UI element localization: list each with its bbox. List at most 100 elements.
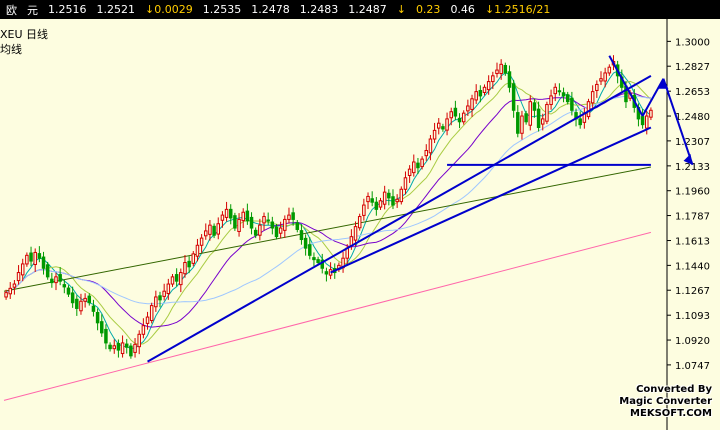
candle-body xyxy=(395,198,399,203)
candle-body xyxy=(303,237,308,249)
candle-body xyxy=(482,86,487,93)
ma-long-line xyxy=(3,231,652,401)
quote-value-10: 0.46 xyxy=(450,3,475,16)
ma-line xyxy=(5,80,652,346)
tick-label: 1.0747 xyxy=(675,361,710,372)
candle-body xyxy=(511,83,516,111)
candle-body xyxy=(224,208,229,218)
candle-body xyxy=(208,224,212,235)
candle-body xyxy=(62,284,67,288)
candle-body xyxy=(640,116,645,126)
candle-body xyxy=(478,89,483,97)
candle-body xyxy=(166,283,171,295)
candle-body xyxy=(199,237,204,246)
candle-body xyxy=(308,244,312,256)
candle-body xyxy=(253,229,258,236)
candle-body xyxy=(174,274,179,282)
candle-body xyxy=(607,66,612,74)
candle-body xyxy=(54,276,58,284)
candle-body xyxy=(503,64,508,74)
candle-body xyxy=(137,333,141,348)
tick-label: 1.1440 xyxy=(675,261,710,272)
candle-body xyxy=(195,244,200,257)
candle-body xyxy=(4,292,8,298)
candle-body xyxy=(116,342,121,351)
candle-body xyxy=(541,118,545,125)
moving-averages xyxy=(3,70,652,401)
candle-body xyxy=(75,298,79,309)
candle-body xyxy=(220,214,225,221)
candle-body xyxy=(362,204,366,216)
candle-body xyxy=(357,216,362,229)
candle-body xyxy=(237,218,241,232)
watermark: Converted By Magic Converter MEKSOFT.COM xyxy=(619,384,712,420)
candle-body xyxy=(129,345,133,357)
candle-body xyxy=(50,278,54,284)
candle-body xyxy=(387,192,391,199)
candle-body xyxy=(486,81,491,91)
candle-body xyxy=(154,296,158,308)
candle-body xyxy=(233,215,237,229)
candle-body xyxy=(466,105,470,112)
candle-body xyxy=(382,191,387,205)
candle-body xyxy=(262,216,266,224)
candle-body xyxy=(245,210,250,222)
candle-body xyxy=(420,158,424,168)
candle-body xyxy=(29,252,33,262)
candle-body xyxy=(324,271,329,275)
candle-body xyxy=(545,104,549,122)
candle-body xyxy=(187,260,191,268)
candle-body xyxy=(228,208,233,219)
candle-body xyxy=(499,63,503,75)
candle-body xyxy=(45,264,50,278)
candle-body xyxy=(124,343,129,348)
tick-label: 1.1093 xyxy=(675,311,710,322)
candle-body xyxy=(424,149,429,157)
chart-window: 欧 元 1.2516 1.2521 ↓0.0029 1.2535 1.2478 … xyxy=(0,0,720,430)
candle-body xyxy=(8,287,12,295)
tick-label: 1.1613 xyxy=(675,237,710,248)
quote-bar: 欧 元 1.2516 1.2521 ↓0.0029 1.2535 1.2478 … xyxy=(0,0,720,19)
candle-body xyxy=(353,226,358,241)
candle-body xyxy=(645,115,649,129)
candle-body xyxy=(179,272,183,286)
candle-body xyxy=(599,78,603,82)
candle-body xyxy=(108,344,112,350)
candle-body xyxy=(603,72,607,82)
candle-body xyxy=(287,214,291,220)
candle-body xyxy=(83,297,87,302)
candle-body xyxy=(586,101,591,118)
candle-body xyxy=(41,256,46,269)
candle-body xyxy=(249,216,254,229)
tick-label: 1.1267 xyxy=(675,286,710,297)
candle-body xyxy=(557,90,562,93)
candle-body xyxy=(407,168,412,176)
candle-body xyxy=(412,161,416,174)
candle-body xyxy=(216,223,221,235)
candle-body xyxy=(565,94,570,103)
candle-body xyxy=(432,129,437,140)
candle-body xyxy=(491,75,495,83)
tick-label: 1.0920 xyxy=(675,336,710,347)
candle-body xyxy=(20,263,25,276)
ma-label: 均线 xyxy=(0,43,22,56)
candle-body xyxy=(241,211,245,222)
candle-body xyxy=(561,92,566,97)
trendline xyxy=(330,126,652,274)
quote-change: ↓0.0029 xyxy=(145,3,193,16)
candle-body xyxy=(66,287,71,295)
candle-body xyxy=(524,113,528,123)
candle-body xyxy=(183,262,187,275)
candle-body xyxy=(528,101,533,126)
candle-body xyxy=(91,305,96,312)
candle-body xyxy=(158,295,162,301)
candle-body xyxy=(457,117,462,123)
quote-value-6: 1.2483 xyxy=(299,3,339,16)
candle-body xyxy=(470,98,474,110)
quote-value-4: 1.2535 xyxy=(202,3,242,16)
candle-body xyxy=(536,108,541,129)
candle-body xyxy=(258,224,262,236)
candle-body xyxy=(12,283,17,288)
quote-value-11: ↓1.2516/21 xyxy=(484,3,551,16)
candle-body xyxy=(70,292,75,304)
